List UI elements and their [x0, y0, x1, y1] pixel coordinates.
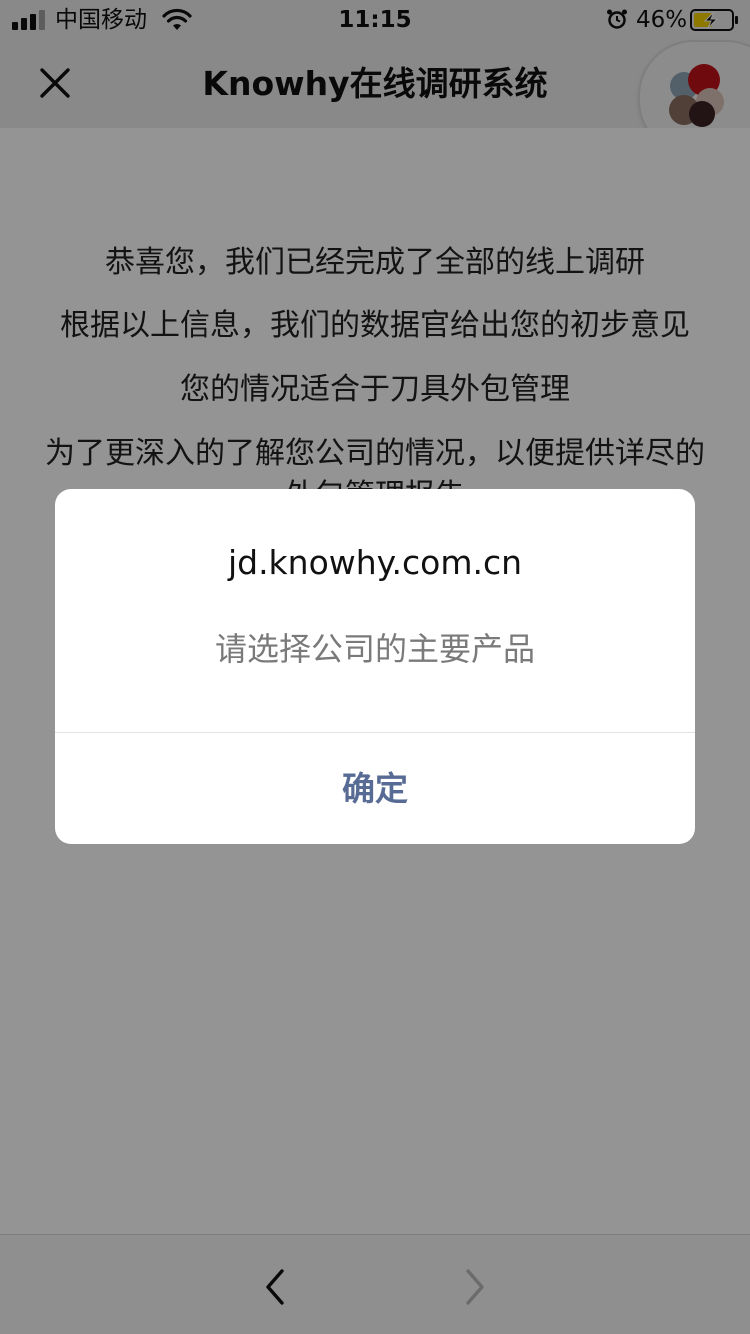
alert-dialog: jd.knowhy.com.cn 请选择公司的主要产品 确定 — [55, 489, 695, 844]
screen: 中国移动 11:15 46% Knowhy在线调研系统 恭喜您，我们已经完成了全… — [0, 0, 750, 1334]
confirm-button[interactable]: 确定 — [55, 733, 695, 844]
dialog-title: jd.knowhy.com.cn — [227, 543, 523, 582]
dialog-message: 请选择公司的主要产品 — [214, 630, 535, 668]
